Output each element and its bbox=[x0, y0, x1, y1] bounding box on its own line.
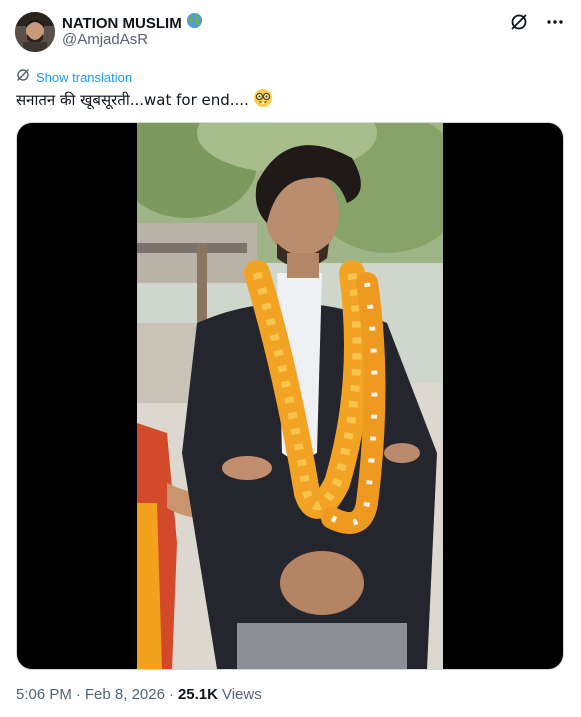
meta-separator: · bbox=[168, 686, 174, 703]
translate-icon bbox=[16, 68, 30, 87]
show-translation[interactable]: Show translation bbox=[16, 68, 132, 87]
avatar[interactable] bbox=[15, 12, 55, 52]
nerd-face-emoji bbox=[253, 88, 273, 112]
avatar-image bbox=[15, 12, 55, 52]
views-count: 25.1K bbox=[177, 686, 218, 703]
video-frame bbox=[137, 123, 443, 669]
tweet-body: सनातन की खूबसूरती...wat for end.... bbox=[16, 91, 249, 109]
meta-separator: · bbox=[75, 686, 81, 703]
tweet-meta: 5:06 PM · Feb 8, 2026 · 25.1K Views bbox=[16, 686, 262, 703]
grok-icon[interactable] bbox=[509, 12, 529, 32]
show-translation-link[interactable]: Show translation bbox=[36, 70, 132, 85]
tweet-video[interactable] bbox=[16, 122, 564, 670]
views-label: Views bbox=[221, 686, 262, 703]
more-icon[interactable] bbox=[545, 12, 565, 32]
tweet-date[interactable]: Feb 8, 2026 bbox=[85, 686, 165, 703]
author-display-name[interactable]: NATION MUSLIM bbox=[62, 15, 182, 32]
tweet-actions-top bbox=[509, 12, 565, 32]
globe-icon bbox=[186, 12, 203, 34]
author-handle[interactable]: @AmjadAsR bbox=[62, 31, 148, 48]
tweet: NATION MUSLIM @AmjadAsR Show translation… bbox=[0, 0, 581, 717]
tweet-time[interactable]: 5:06 PM bbox=[16, 686, 72, 703]
tweet-text: सनातन की खूबसूरती...wat for end.... bbox=[16, 88, 273, 112]
